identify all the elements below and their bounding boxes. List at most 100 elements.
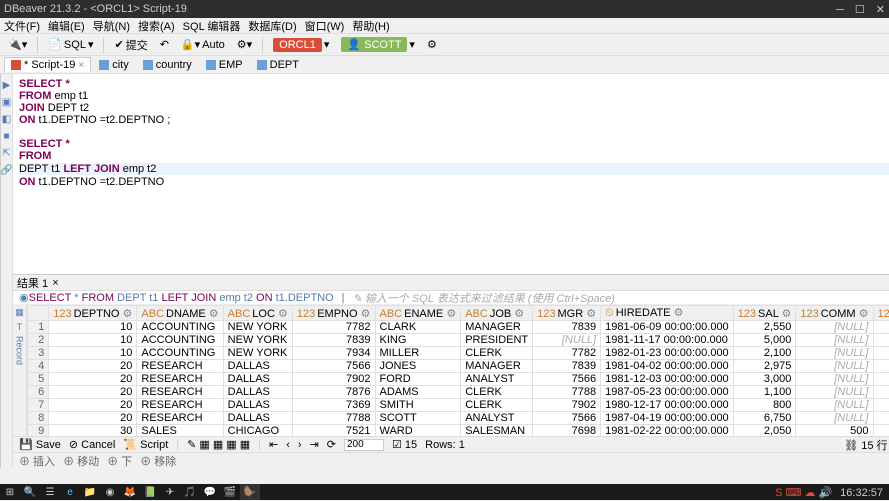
column-header[interactable]: 123DEPTNO ⚙ (49, 306, 137, 321)
edit-icons[interactable]: ✎ ▦ ▦ ▦ ▦ (187, 438, 250, 451)
editor-tab[interactable]: EMP (200, 58, 249, 72)
table-row[interactable]: 930SALESCHICAGO7521WARDSALESMAN76981981-… (28, 425, 889, 437)
menu-item[interactable]: 窗口(W) (305, 18, 345, 34)
connection-selector[interactable]: ORCL1 ▾ (269, 38, 333, 52)
rows-label: Rows: 1 (425, 439, 465, 451)
column-header[interactable]: ABCENAME ⚙ (375, 306, 461, 321)
column-header[interactable]: 123COMM ⚙ (796, 306, 873, 321)
prev-page-icon[interactable]: ‹ (286, 439, 290, 451)
task-app-3[interactable]: 📗 (140, 484, 160, 500)
sql-editor[interactable]: 06:05 SELECT * FROM emp t1 JOIN DEPT t2 … (13, 74, 889, 274)
stop-icon[interactable]: ■ (3, 131, 9, 142)
link-icon[interactable]: 🔗 (0, 165, 12, 176)
menu-item[interactable]: SQL 编辑器 (183, 18, 241, 34)
column-header[interactable]: 123DEPTNO ⚙ (873, 306, 889, 321)
refresh-icon[interactable]: ⟳ (327, 438, 336, 451)
start-button[interactable]: ⊞ (0, 484, 20, 500)
table-row[interactable]: 210ACCOUNTINGNEW YORK7839KINGPRESIDENT[N… (28, 334, 889, 347)
menu-item[interactable]: 导航(N) (93, 18, 130, 34)
taskbar: ⊞ 🔍 ☰ e 📁 ◉ 🦊 📗 ✈ 🎵 💬 🎬 🦫 S ⌨ ☁ 🔊16:32:5… (0, 484, 889, 500)
task-app-5[interactable]: 🎵 (180, 484, 200, 500)
task-app-7[interactable]: 🎬 (220, 484, 240, 500)
editor-tab[interactable]: city (93, 58, 135, 72)
editor-tab[interactable]: * Script-19× (4, 57, 91, 72)
timing-label: ⛓ 15 行 - 4ms (+1ms) (844, 437, 889, 453)
next-page-icon[interactable]: › (298, 439, 302, 451)
schema-selector[interactable]: 👤 SCOTT ▾ (337, 37, 419, 52)
first-page-icon[interactable]: ⇤ (269, 438, 278, 451)
run-icon[interactable]: ▶ (3, 80, 11, 91)
editor-footer: ⊕ 插入 ⊕ 移动 ⊕ 下 ⊕ 移除 (13, 452, 889, 468)
task-dbeaver[interactable]: 🦫 (240, 484, 260, 500)
task-app-6[interactable]: 💬 (200, 484, 220, 500)
close-icon[interactable]: × (52, 277, 58, 289)
sql-button[interactable]: 📄 SQL ▾ (44, 38, 97, 51)
minimize-icon[interactable]: ─ (836, 4, 844, 16)
settings-icon[interactable]: ⚙ (423, 38, 441, 51)
tx-auto-button[interactable]: 🔒▾ Auto (177, 38, 229, 51)
search-icon[interactable]: 🔍 (20, 484, 40, 500)
menubar: 文件(F) 编辑(E) 导航(N) 搜索(A) SQL 编辑器数据库(D) 窗口(W) 帮助… (0, 18, 889, 34)
table-row[interactable]: 520RESEARCHDALLAS7902FORDANALYST75661981… (28, 373, 889, 386)
edge-icon[interactable]: e (60, 484, 80, 500)
column-header[interactable]: 123EMPNO ⚙ (292, 306, 375, 321)
menu-item[interactable]: 帮助(H) (352, 18, 389, 34)
record-mode-icon[interactable]: Record (15, 336, 25, 365)
run-script-icon[interactable]: ▣ (2, 97, 11, 108)
editor-tab[interactable]: country (137, 58, 198, 72)
table-row[interactable]: 420RESEARCHDALLAS7566JONESMANAGER7839198… (28, 360, 889, 373)
save-button[interactable]: 💾 Save (19, 438, 61, 451)
close-icon[interactable]: ✕ (876, 4, 885, 16)
column-header[interactable]: ⏲HIREDATE ⚙ (601, 306, 734, 321)
explain-icon[interactable]: ◧ (2, 114, 11, 125)
commit-button[interactable]: ✔ 提交 (110, 37, 151, 53)
column-header[interactable]: 123MGR ⚙ (533, 306, 601, 321)
cancel-button[interactable]: ⊘ Cancel (69, 438, 116, 451)
toolbar: 🔌▾ 📄 SQL ▾ ✔ 提交 ↶ 🔒▾ Auto ⚙▾ ORCL1 ▾ 👤 S… (0, 34, 889, 56)
titlebar: DBeaver 21.3.2 - <ORCL1> Script-19 ─ ☐ ✕ (0, 0, 889, 18)
results-footer: 💾 Save ⊘ Cancel 📜 Script | ✎ ▦ ▦ ▦ ▦ | ⇤… (13, 436, 889, 452)
text-mode-icon[interactable]: T (17, 322, 23, 332)
menu-item[interactable]: 数据库(D) (248, 18, 296, 34)
grid-gutter: ▦ T Record (13, 305, 27, 436)
task-app-4[interactable]: ✈ (160, 484, 180, 500)
column-header[interactable]: ABCDNAME ⚙ (137, 306, 223, 321)
table-row[interactable]: 820RESEARCHDALLAS7788SCOTTANALYST7566198… (28, 412, 889, 425)
window-controls: ─ ☐ ✕ (828, 3, 885, 16)
table-row[interactable]: 310ACCOUNTINGNEW YORK7934MILLERCLERK7782… (28, 347, 889, 360)
last-page-icon[interactable]: ⇥ (310, 438, 319, 451)
task-app-1[interactable]: ◉ (100, 484, 120, 500)
column-header[interactable]: ABCLOC ⚙ (223, 306, 292, 321)
editor-gutter: ▶ ▣ ◧ ■ ⇱ 🔗 (1, 74, 13, 468)
table-row[interactable]: 110ACCOUNTINGNEW YORK7782CLARKMANAGER783… (28, 321, 889, 334)
footer-action[interactable]: ⊕ 移动 (63, 453, 99, 469)
explorer-icon[interactable]: 📁 (80, 484, 100, 500)
menu-item[interactable]: 文件(F) (4, 18, 40, 34)
export-icon[interactable]: ⇱ (2, 148, 10, 159)
table-row[interactable]: 620RESEARCHDALLAS7876ADAMSCLERK77881987-… (28, 386, 889, 399)
tx-isolation-button[interactable]: ⚙▾ (233, 38, 256, 51)
app-title: DBeaver 21.3.2 - <ORCL1> Script-19 (4, 3, 187, 15)
results-grid[interactable]: 123DEPTNO ⚙ABCDNAME ⚙ABCLOC ⚙123EMPNO ⚙A… (27, 305, 889, 436)
maximize-icon[interactable]: ☐ (855, 4, 865, 16)
menu-item[interactable]: 搜索(A) (138, 18, 175, 34)
script-button[interactable]: 📜 Script (123, 438, 168, 451)
footer-action[interactable]: ⊕ 移除 (140, 453, 176, 469)
task-app-2[interactable]: 🦊 (120, 484, 140, 500)
results-panel: 结果 1 × ◉SELECT * FROM DEPT t1 LEFT JOIN … (13, 274, 889, 452)
editor-tabs: * Script-19×citycountryEMPDEPT (0, 56, 889, 74)
column-header[interactable]: 123SAL ⚙ (733, 306, 796, 321)
new-connection-button[interactable]: 🔌▾ (4, 38, 31, 51)
results-query-bar[interactable]: ◉SELECT * FROM DEPT t1 LEFT JOIN emp t2 … (13, 291, 889, 305)
page-size-input[interactable] (344, 439, 384, 451)
editor-tab[interactable]: DEPT (251, 58, 305, 72)
task-view-icon[interactable]: ☰ (40, 484, 60, 500)
footer-action[interactable]: ⊕ 插入 (19, 453, 55, 469)
clock[interactable]: S ⌨ ☁ 🔊16:32:57 (769, 486, 889, 499)
rollback-button[interactable]: ↶ (156, 38, 173, 51)
grid-mode-icon[interactable]: ▦ (15, 307, 24, 318)
menu-item[interactable]: 编辑(E) (48, 18, 85, 34)
footer-action[interactable]: ⊕ 下 (107, 453, 132, 469)
column-header[interactable]: ABCJOB ⚙ (461, 306, 533, 321)
table-row[interactable]: 720RESEARCHDALLAS7369SMITHCLERK79021980-… (28, 399, 889, 412)
